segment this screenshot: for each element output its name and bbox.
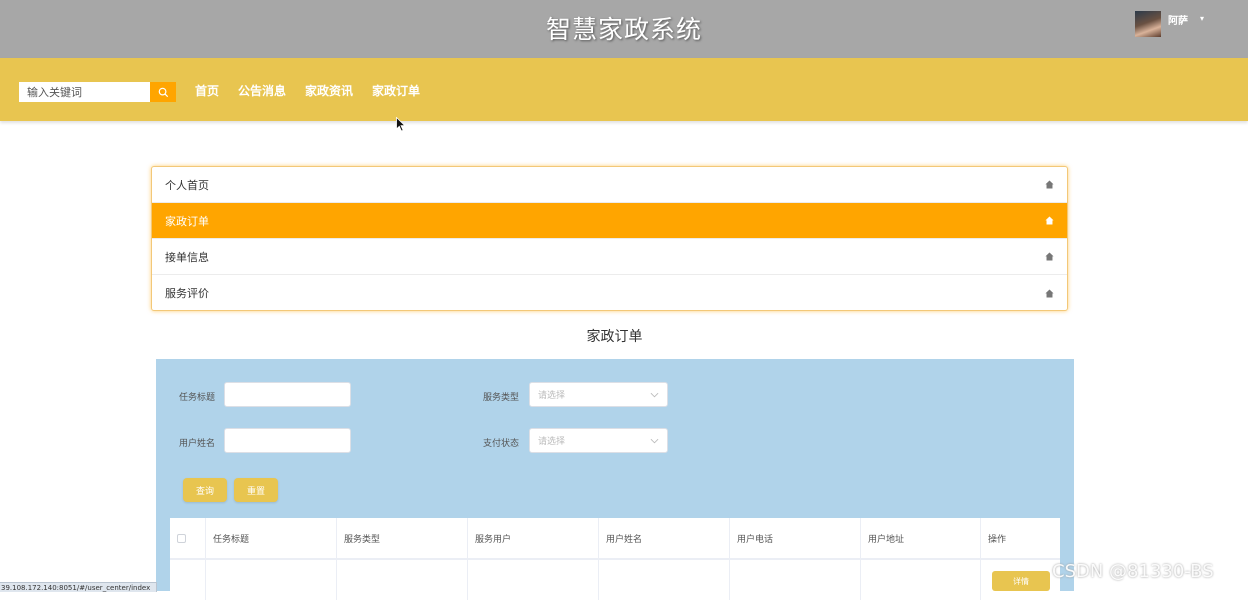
user-name-label: 用户姓名: [179, 439, 216, 449]
select-placeholder: 请选择: [538, 391, 566, 401]
select-placeholder: 请选择: [538, 437, 566, 447]
service-type-label: 服务类型: [483, 393, 520, 403]
avatar[interactable]: [1135, 11, 1161, 37]
nav-links: 首页 公告消息 家政资讯 家政订单: [195, 82, 439, 100]
column-header: 用户姓名: [599, 518, 730, 558]
reset-button[interactable]: 重置: [234, 478, 278, 502]
menu-item-orders[interactable]: 家政订单: [152, 203, 1067, 239]
nav-link-home[interactable]: 首页: [195, 82, 219, 100]
table-cell: [861, 560, 981, 600]
column-header: 操作: [988, 534, 1007, 545]
orders-panel: 任务标题 服务类型 请选择 用户姓名 支付状态 请选择 查询 重置 任务标题 服…: [156, 359, 1074, 600]
chevron-down-icon: [650, 438, 659, 443]
column-header: 服务用户: [468, 518, 599, 558]
column-header: 服务类型: [337, 518, 468, 558]
search-input[interactable]: [19, 82, 150, 102]
table-cell: [337, 560, 468, 600]
select-all-cell: [170, 518, 206, 558]
nav-link-orders[interactable]: 家政订单: [372, 82, 420, 100]
table-cell: [599, 560, 730, 600]
task-title-label: 任务标题: [179, 393, 216, 403]
site-title: 智慧家政系统: [545, 15, 702, 44]
page-title: 家政订单: [586, 329, 643, 345]
table-cell: [206, 560, 337, 600]
search-icon: [158, 87, 168, 97]
row-select-cell: [170, 560, 206, 600]
menu-item-label: 家政订单: [165, 214, 209, 228]
user-name-input[interactable]: [224, 428, 351, 453]
top-header: 智慧家政系统 阿萨 ▾: [0, 0, 1248, 58]
menu-item-reviews[interactable]: 服务评价: [152, 275, 1067, 310]
pay-status-select[interactable]: 请选择: [529, 428, 668, 453]
column-header: 用户地址: [861, 518, 981, 558]
user-menu[interactable]: 阿萨 ▾: [1135, 11, 1204, 37]
query-button[interactable]: 查询: [183, 478, 227, 502]
mouse-cursor-icon: [396, 117, 406, 132]
watermark: CSDN @81330-BS: [1052, 561, 1214, 582]
detail-button[interactable]: 详情: [992, 571, 1050, 591]
menu-item-accepted-orders[interactable]: 接单信息: [152, 239, 1067, 275]
nav-link-news[interactable]: 家政资讯: [305, 82, 353, 100]
user-name[interactable]: 阿萨: [1168, 12, 1188, 27]
menu-item-label: 接单信息: [165, 250, 209, 264]
home-icon: [1045, 288, 1054, 298]
nav-link-announcements[interactable]: 公告消息: [238, 82, 286, 100]
table-row: [170, 560, 1060, 600]
service-type-select[interactable]: 请选择: [529, 382, 668, 407]
table-cell: [468, 560, 599, 600]
caret-down-icon[interactable]: ▾: [1200, 14, 1204, 23]
main-navbar: 首页 公告消息 家政资讯 家政订单: [0, 58, 1248, 121]
column-header: 任务标题: [206, 518, 337, 558]
home-icon: [1045, 180, 1054, 189]
column-header: 用户电话: [730, 518, 861, 558]
menu-item-label: 个人首页: [165, 178, 209, 192]
chevron-down-icon: [650, 392, 659, 397]
menu-item-personal-home[interactable]: 个人首页: [152, 167, 1067, 203]
select-all-checkbox[interactable]: [177, 533, 186, 543]
pay-status-label: 支付状态: [483, 439, 520, 449]
task-title-input[interactable]: [224, 382, 351, 407]
orders-table: 任务标题 服务类型 服务用户 用户姓名 用户电话 用户地址 操作: [170, 518, 1060, 600]
search-button[interactable]: [150, 82, 176, 102]
table-header: 任务标题 服务类型 服务用户 用户姓名 用户电话 用户地址 操作: [170, 518, 1060, 560]
menu-item-label: 服务评价: [165, 287, 209, 300]
home-icon: [1045, 252, 1054, 261]
home-icon: [1045, 216, 1054, 225]
table-cell: [730, 560, 861, 600]
user-center-menu: 个人首页 家政订单 接单信息 服务评价: [151, 166, 1068, 311]
